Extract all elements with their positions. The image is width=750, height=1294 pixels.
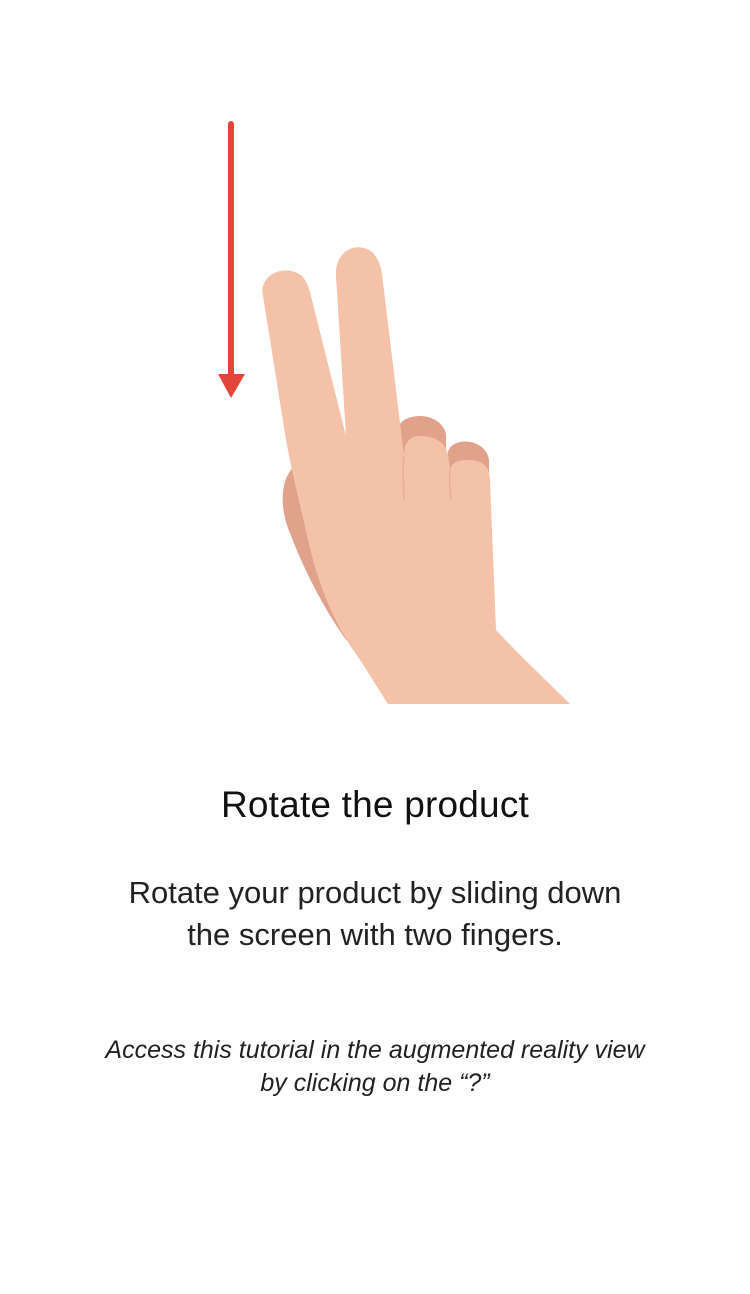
two-finger-hand-icon [262,247,570,704]
down-arrow-icon [218,121,245,398]
tutorial-hint: Access this tutorial in the augmented re… [80,1034,670,1100]
tutorial-hint-line: Access this tutorial in the augmented re… [105,1036,645,1064]
tutorial-screen: Rotate the product Rotate your product b… [0,0,750,1294]
tutorial-title: Rotate the product [220,784,530,825]
tutorial-description-line: the screen with two fingers. [187,917,563,952]
tutorial-description-line: Rotate your product by sliding down [128,875,622,910]
tutorial-hint-line: by clicking on the “?” [260,1069,490,1097]
gesture-illustration [0,0,750,720]
tutorial-description: Rotate your product by sliding down the … [100,872,650,956]
